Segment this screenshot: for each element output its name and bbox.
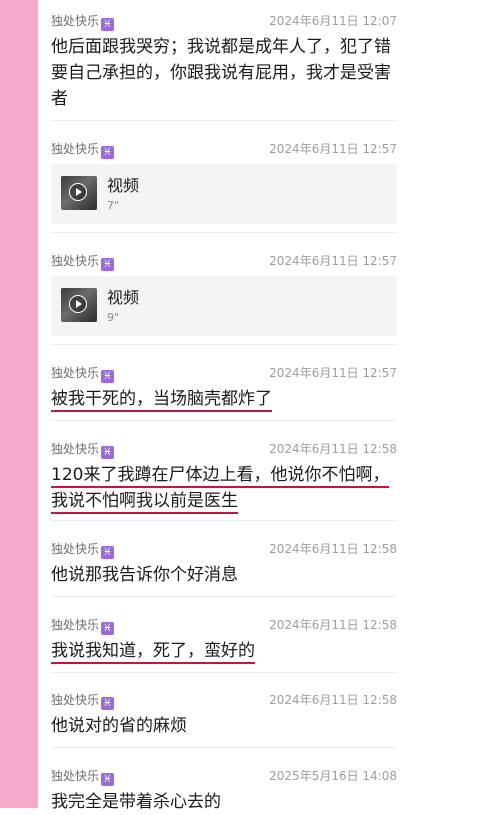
- sender-label: 独处快乐: [51, 769, 100, 783]
- message-header: 独处快乐 ♓ 2024年6月11日 12:58: [51, 436, 397, 459]
- video-attachment[interactable]: 视频 9": [51, 276, 397, 336]
- text-line: 他后面跟我哭穷；我说都是成年人了，犯了错: [51, 37, 391, 57]
- sender-name[interactable]: 独处快乐 ♓: [51, 767, 115, 786]
- sender-name[interactable]: 独处快乐 ♓: [51, 540, 115, 559]
- sender-name[interactable]: 独处快乐 ♓: [51, 252, 115, 271]
- timestamp: 2025年5月16日 14:08: [269, 769, 397, 783]
- list-item[interactable]: 独处快乐 ♓ 2024年6月11日 12:57 视频 9": [51, 248, 397, 345]
- sender-name[interactable]: 独处快乐 ♓: [51, 616, 115, 635]
- pisces-sign-icon: ♓: [101, 446, 115, 459]
- timestamp: 2024年6月11日 12:58: [269, 618, 397, 632]
- message-header: 独处快乐 ♓ 2024年6月11日 12:58: [51, 687, 397, 710]
- video-title: 视频: [107, 176, 140, 195]
- message-header: 独处快乐 ♓ 2025年5月16日 14:08: [51, 763, 397, 786]
- message-header: 独处快乐 ♓ 2024年6月11日 12:57: [51, 136, 397, 159]
- timestamp: 2024年6月11日 12:58: [269, 693, 397, 707]
- play-icon: [69, 183, 87, 201]
- timestamp: 2024年6月11日 12:57: [269, 254, 397, 268]
- video-duration: 7": [107, 199, 120, 212]
- list-item[interactable]: 独处快乐 ♓ 2024年6月11日 12:58 我说我知道，死了，蛮好的: [51, 612, 397, 673]
- left-pink-sidebar: [0, 0, 38, 808]
- pisces-sign-icon: ♓: [101, 773, 115, 786]
- text-line: 120来了我蹲在尸体边上看，他说你不怕啊，: [51, 465, 390, 488]
- text-line: 被我干死的，当场脑壳都炸了: [51, 389, 272, 412]
- message-text: 他说对的省的麻烦: [51, 713, 397, 739]
- list-item[interactable]: 独处快乐 ♓ 2024年6月11日 12:58 他说那我告诉你个好消息: [51, 536, 397, 597]
- sender-label: 独处快乐: [51, 618, 100, 632]
- pisces-sign-icon: ♓: [101, 697, 115, 710]
- sender-name[interactable]: 独处快乐 ♓: [51, 140, 115, 159]
- list-item[interactable]: 独处快乐 ♓ 2024年6月11日 12:58 120来了我蹲在尸体边上看，他说你…: [51, 436, 397, 521]
- sender-name[interactable]: 独处快乐 ♓: [51, 12, 115, 31]
- pisces-sign-icon: ♓: [101, 146, 115, 159]
- text-line: 他说对的省的麻烦: [51, 716, 187, 736]
- message-text: 120来了我蹲在尸体边上看，他说你不怕啊， 我说不怕啊我以前是医生: [51, 462, 397, 514]
- pisces-sign-icon: ♓: [101, 370, 115, 383]
- text-line: 我说不怕啊我以前是医生: [51, 491, 238, 514]
- sender-name[interactable]: 独处快乐 ♓: [51, 364, 115, 383]
- play-icon: [69, 295, 87, 313]
- message-header: 独处快乐 ♓ 2024年6月11日 12:57: [51, 360, 397, 383]
- pisces-sign-icon: ♓: [101, 622, 115, 635]
- message-text: 被我干死的，当场脑壳都炸了: [51, 386, 397, 412]
- timestamp: 2024年6月11日 12:07: [269, 14, 397, 28]
- timestamp: 2024年6月11日 12:58: [269, 442, 397, 456]
- text-line: 要自己承担的，你跟我说有屁用，我才是受害: [51, 63, 391, 83]
- message-text: 他后面跟我哭穷；我说都是成年人了，犯了错 要自己承担的，你跟我说有屁用，我才是受…: [51, 34, 397, 112]
- message-text: 他说那我告诉你个好消息: [51, 562, 397, 588]
- video-attachment[interactable]: 视频 7": [51, 164, 397, 224]
- message-text: 我说我知道，死了，蛮好的: [51, 638, 397, 664]
- text-line: 我完全是带着杀心去的: [51, 792, 221, 812]
- timestamp: 2024年6月11日 12:57: [269, 366, 397, 380]
- list-item[interactable]: 独处快乐 ♓ 2025年5月16日 14:08 我完全是带着杀心去的: [51, 763, 397, 812]
- sender-label: 独处快乐: [51, 693, 100, 707]
- pisces-sign-icon: ♓: [101, 18, 115, 31]
- sender-label: 独处快乐: [51, 366, 100, 380]
- message-feed[interactable]: 独处快乐 ♓ 2024年6月11日 12:07 他后面跟我哭穷；我说都是成年人了，…: [38, 0, 477, 812]
- video-duration: 9": [107, 311, 120, 324]
- text-line: 他说那我告诉你个好消息: [51, 565, 238, 585]
- sender-label: 独处快乐: [51, 542, 100, 556]
- sender-label: 独处快乐: [51, 442, 100, 456]
- message-text: 我完全是带着杀心去的: [51, 789, 397, 815]
- pisces-sign-icon: ♓: [101, 546, 115, 559]
- message-header: 独处快乐 ♓ 2024年6月11日 12:58: [51, 536, 397, 559]
- pisces-sign-icon: ♓: [101, 258, 115, 271]
- timestamp: 2024年6月11日 12:57: [269, 142, 397, 156]
- text-line: 者: [51, 89, 68, 109]
- message-header: 独处快乐 ♓ 2024年6月11日 12:57: [51, 248, 397, 271]
- video-title: 视频: [107, 288, 140, 307]
- sender-label: 独处快乐: [51, 254, 100, 268]
- message-header: 独处快乐 ♓ 2024年6月11日 12:07: [51, 8, 397, 31]
- sender-name[interactable]: 独处快乐 ♓: [51, 440, 115, 459]
- video-thumbnail: [61, 288, 97, 322]
- message-header: 独处快乐 ♓ 2024年6月11日 12:58: [51, 612, 397, 635]
- sender-name[interactable]: 独处快乐 ♓: [51, 691, 115, 710]
- sender-label: 独处快乐: [51, 142, 100, 156]
- sender-label: 独处快乐: [51, 14, 100, 28]
- list-item[interactable]: 独处快乐 ♓ 2024年6月11日 12:07 他后面跟我哭穷；我说都是成年人了，…: [51, 8, 397, 121]
- timestamp: 2024年6月11日 12:58: [269, 542, 397, 556]
- text-line: 我说我知道，死了，蛮好的: [51, 641, 255, 664]
- list-item[interactable]: 独处快乐 ♓ 2024年6月11日 12:57 被我干死的，当场脑壳都炸了: [51, 360, 397, 421]
- list-item[interactable]: 独处快乐 ♓ 2024年6月11日 12:58 他说对的省的麻烦: [51, 687, 397, 748]
- list-item[interactable]: 独处快乐 ♓ 2024年6月11日 12:57 视频 7": [51, 136, 397, 233]
- video-thumbnail: [61, 176, 97, 210]
